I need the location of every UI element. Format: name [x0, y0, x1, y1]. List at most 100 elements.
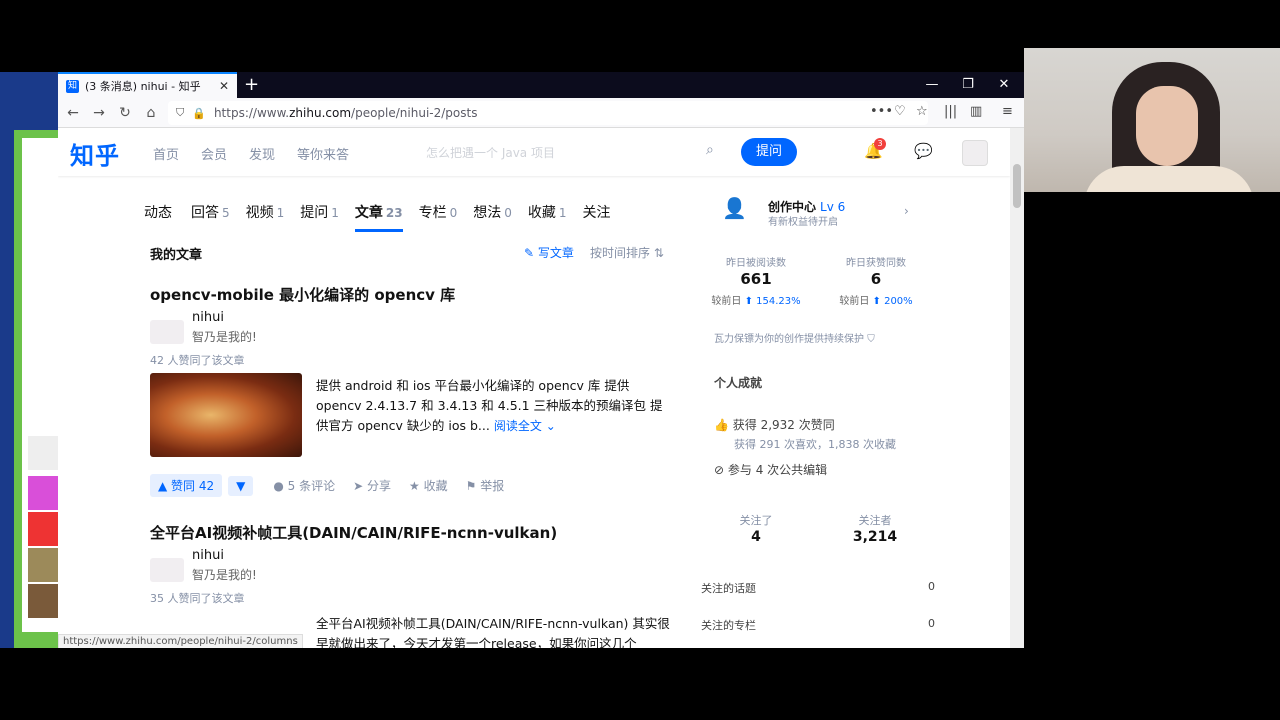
edit-icon: ✎ [524, 246, 538, 260]
author-name[interactable]: nihui [192, 310, 224, 325]
following-label[interactable]: 关注了 [697, 512, 815, 528]
zhihu-favicon-icon: 知 [66, 79, 79, 93]
ask-button[interactable]: 提问 [741, 138, 797, 166]
search-input[interactable]: 怎么把遇一个 Java 项目 [426, 144, 555, 161]
window-close-icon[interactable]: ✕ [986, 72, 1022, 98]
browser-window: 知 (3 条消息) nihui - 知乎 ✕ + — ❐ ✕ ← → ↻ ⌂ ⛉… [58, 72, 1024, 648]
author-avatar[interactable] [150, 558, 184, 582]
tab-bar: 知 (3 条消息) nihui - 知乎 ✕ + — ❐ ✕ [58, 72, 1024, 98]
sticker-thumbnail [28, 476, 58, 510]
tab-collections[interactable]: 收藏 1 [528, 202, 567, 222]
pocket-icon[interactable]: ♡ [894, 104, 906, 119]
profile-tabs: 动态 回答 5 视频 1 提问 1 文章 23 专栏 0 想法 0 收藏 1 关注 [144, 202, 630, 232]
section-title: 我的文章 [150, 248, 203, 263]
following-count[interactable]: 4 [697, 529, 815, 545]
nav-waiting-answers[interactable]: 等你来答 [297, 144, 349, 163]
back-icon[interactable]: ← [60, 105, 86, 121]
article-excerpt[interactable]: 提供 android 和 ios 平台最小化编译的 opencv 库 提供 op… [316, 376, 672, 436]
sidebar-icon[interactable]: ▥ [970, 104, 982, 119]
tab-articles[interactable]: 文章 23 [354, 202, 403, 232]
reload-icon[interactable]: ↻ [112, 105, 138, 121]
chevron-right-icon[interactable]: › [904, 204, 909, 218]
menu-icon[interactable]: ≡ [1002, 104, 1013, 119]
write-article-button[interactable]: ✎ 写文章 [524, 244, 574, 261]
webcam-person-face [1136, 86, 1198, 166]
upvote-button[interactable]: ▲ 赞同 42 [150, 474, 223, 497]
tab-answers[interactable]: 回答 5 [191, 202, 230, 222]
nav-vip[interactable]: 会员 [201, 144, 227, 163]
flag-icon: ⚑ [465, 479, 481, 493]
bookmark-star-icon[interactable]: ☆ [916, 104, 928, 119]
sort-dropdown[interactable]: 按时间排序 ⇅ [590, 244, 664, 261]
followed-topics-link[interactable]: 关注的话题 0 [701, 580, 935, 596]
sticker-thumbnail [28, 584, 58, 618]
home-icon[interactable]: ⌂ [138, 105, 164, 121]
tab-thoughts[interactable]: 想法 0 [473, 202, 512, 222]
achievement-favorites: 获得 291 次喜欢，1,838 次收藏 [734, 438, 896, 451]
followers-label[interactable]: 关注者 [816, 512, 934, 528]
library-icon[interactable]: ||| [944, 104, 957, 119]
article-thumbnail[interactable] [150, 373, 302, 457]
browser-tab[interactable]: 知 (3 条消息) nihui - 知乎 ✕ [58, 72, 237, 98]
author-avatar[interactable] [150, 320, 184, 344]
sticker-thumbnail [28, 512, 58, 546]
webcam-person-shirt [1084, 166, 1254, 192]
new-tab-icon[interactable]: + [244, 74, 259, 96]
protection-notice[interactable]: 瓦力保镖为你的创作提供持续保护 ⛉ [714, 330, 875, 345]
scrollbar-thumb[interactable] [1013, 164, 1021, 208]
read-count-label: 昨日被阅读数 [726, 258, 786, 269]
minimize-icon[interactable]: — [914, 72, 950, 98]
achievement-votes: 👍 获得 2,932 次赞同 [714, 418, 835, 432]
article-actions: ▲ 赞同 42 ▼ ● 5 条评论 ➤ 分享 ★ 收藏 ⚑ 举报 [150, 474, 522, 497]
achievements-title: 个人成就 [714, 376, 763, 390]
url-bar[interactable]: ⛉ 🔒 https://www.zhihu.com/people/nihui-2… [168, 101, 928, 125]
nav-bar: ← → ↻ ⌂ ⛉ 🔒 https://www.zhihu.com/people… [58, 98, 1024, 128]
desktop-background [0, 72, 58, 648]
more-icon[interactable]: ••• [870, 104, 893, 119]
search-icon[interactable]: ⌕ [706, 142, 714, 158]
author-name[interactable]: nihui [192, 548, 224, 563]
tab-activity[interactable]: 动态 [144, 202, 175, 222]
restore-icon[interactable]: ❐ [950, 72, 986, 98]
tab-title: (3 条消息) nihui - 知乎 [85, 80, 201, 93]
article-title[interactable]: 全平台AI视频补帧工具(DAIN/CAIN/RIFE-ncnn-vulkan) [150, 522, 670, 543]
url-text: https://www.zhihu.com/people/nihui-2/pos… [213, 106, 478, 120]
followed-columns-link[interactable]: 关注的专栏 0 [701, 617, 935, 633]
status-bar-url: https://www.zhihu.com/people/nihui-2/col… [58, 634, 303, 648]
star-icon: ★ [409, 479, 424, 493]
article-title[interactable]: opencv-mobile 最小化编译的 opencv 库 [150, 284, 670, 305]
tab-questions[interactable]: 提问 1 [300, 202, 339, 222]
close-icon[interactable]: ✕ [219, 79, 229, 93]
creator-subtitle: 有新权益待开启 [768, 217, 838, 228]
zhihu-logo[interactable]: 知乎 [70, 136, 120, 171]
zhihu-header: 知乎 首页 会员 发现 等你来答 怎么把遇一个 Java 项目 ⌕ 提问 🔔 3… [58, 128, 1010, 176]
thumbs-up-icon: 👍 [714, 418, 733, 432]
nav-home[interactable]: 首页 [153, 144, 179, 163]
downvote-button[interactable]: ▼ [228, 475, 254, 496]
author-bio: 智乃是我的! [192, 568, 257, 582]
tab-following[interactable]: 关注 [583, 202, 614, 222]
report-button[interactable]: ⚑ 举报 [466, 477, 505, 494]
tab-columns[interactable]: 专栏 0 [419, 202, 458, 222]
share-button[interactable]: ➤ 分享 [353, 477, 391, 494]
message-icon[interactable]: 💬 [914, 142, 933, 160]
tab-videos[interactable]: 视频 1 [246, 202, 285, 222]
forward-icon[interactable]: → [86, 105, 112, 121]
sort-icon: ⇅ [650, 246, 664, 260]
notification-badge: 3 [874, 138, 886, 150]
scrollbar[interactable] [1010, 128, 1024, 648]
shield-icon: ⛉ [176, 106, 185, 119]
vote-count-value: 6 [870, 270, 882, 288]
vote-count-label: 昨日获赞同数 [846, 258, 906, 269]
article-excerpt[interactable]: 全平台AI视频补帧工具(DAIN/CAIN/RIFE-ncnn-vulkan) … [316, 614, 672, 648]
nav-discover[interactable]: 发现 [249, 144, 275, 163]
comment-button[interactable]: ● 5 条评论 [273, 477, 335, 494]
read-more-link[interactable]: 阅读全文 ⌄ [494, 419, 556, 433]
achievement-edits: ⊘ 参与 4 次公共编辑 [714, 463, 828, 477]
vote-summary: 35 人赞同了该文章 [150, 592, 245, 605]
article-card: opencv-mobile 最小化编译的 opencv 库 nihui 智乃是我… [150, 284, 672, 497]
followers-count[interactable]: 3,214 [816, 529, 934, 545]
favorite-button[interactable]: ★ 收藏 [409, 477, 448, 494]
shield-check-icon: ⛉ [867, 334, 875, 345]
avatar[interactable] [962, 140, 988, 166]
